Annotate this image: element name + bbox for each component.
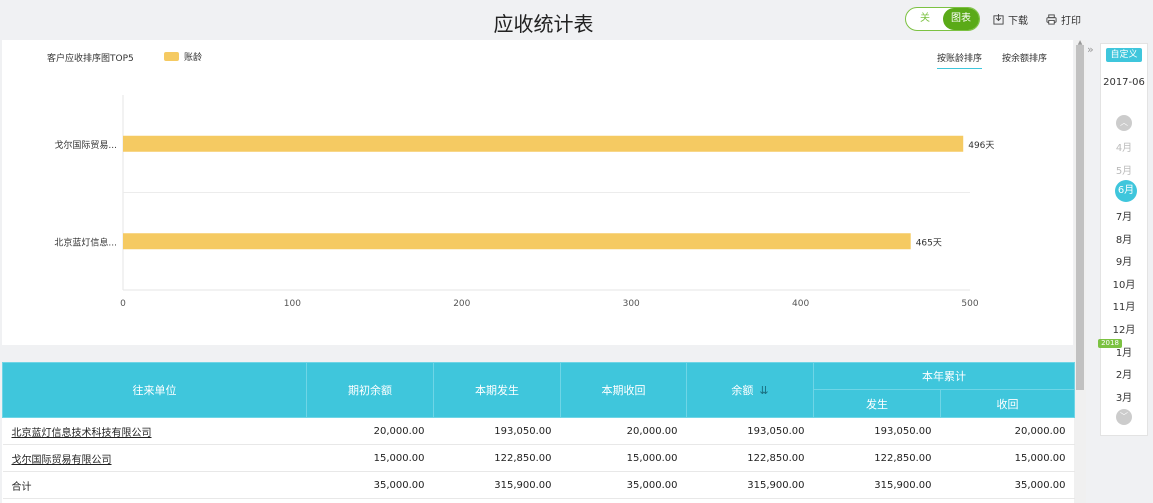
col-header-unit[interactable]: 往来单位 — [2, 362, 307, 418]
unit-link[interactable]: 戈尔国际贸易有限公司 — [2, 444, 307, 472]
header-bar: 应收统计表 关 图表 下载 打印 — [0, 0, 1153, 40]
col-header-incurred[interactable]: 本期发生 — [433, 362, 561, 418]
tick-label: 300 — [623, 299, 640, 309]
legend-label: 账龄 — [184, 53, 203, 63]
cell-incurred: 193,050.00 — [433, 417, 561, 445]
year-tag: 2018 — [1098, 339, 1122, 348]
month-item[interactable]: 12月 — [1100, 321, 1148, 336]
table-row: 北京蓝灯信息技术科技有限公司 20,000.00 193,050.00 20,0… — [2, 417, 1075, 445]
month-item[interactable]: 5月 — [1100, 162, 1148, 177]
sort-icon[interactable]: ⇊ — [759, 384, 768, 397]
col-header-opening[interactable]: 期初余额 — [306, 362, 434, 418]
table-row: 戈尔国际贸易有限公司 15,000.00 122,850.00 15,000.0… — [2, 444, 1075, 472]
cell-balance: 193,050.00 — [686, 417, 814, 445]
month-item[interactable]: 11月 — [1100, 298, 1148, 313]
download-icon — [993, 14, 1004, 25]
chart-legend[interactable]: 账龄 — [164, 50, 202, 63]
data-label: 496天 — [968, 141, 994, 151]
month-item[interactable]: 2月 — [1100, 366, 1148, 381]
cell-ytd-incurred: 193,050.00 — [813, 417, 941, 445]
tick-label: 500 — [961, 299, 978, 309]
download-button[interactable]: 下载 — [993, 12, 1028, 27]
download-label: 下载 — [1008, 16, 1028, 27]
chart-toggle[interactable]: 关 图表 — [905, 7, 980, 31]
bar — [123, 135, 964, 152]
tick-label: 100 — [284, 299, 301, 309]
tick-label: 400 — [792, 299, 809, 309]
cell-incurred: 122,850.00 — [433, 444, 561, 472]
printer-icon — [1046, 14, 1057, 25]
chart-panel: 戈尔国际贸易... 496天北京蓝灯信息... 465天 0 100 200 300 400 5… — [2, 40, 1073, 345]
cell-balance: 122,850.00 — [686, 444, 814, 472]
sort-by-age-tab[interactable]: 按账龄排序 — [937, 51, 983, 69]
cell-opening: 35,000.00 — [306, 471, 434, 499]
toggle-off-label[interactable]: 关 — [906, 8, 944, 30]
receivables-table: 往来单位 期初余额 本期发生 本期收回 余额 ⇊ 本年累计 发生 收回 北京蓝灯信… — [2, 362, 1075, 503]
data-label: 465天 — [916, 238, 942, 248]
cell-recovered: 15,000.00 — [560, 444, 687, 472]
tick-label: 0 — [120, 299, 126, 309]
cell-opening: 15,000.00 — [306, 444, 434, 472]
col-header-ytd-recovered[interactable]: 收回 — [940, 389, 1075, 418]
col-header-ytd-incurred[interactable]: 发生 — [813, 389, 941, 418]
month-item[interactable]: 9月 — [1100, 253, 1148, 268]
custom-period-button[interactable]: 自定义 — [1106, 48, 1142, 62]
month-item[interactable]: 10月 — [1100, 276, 1148, 291]
scroll-down-icon[interactable]: ﹀ — [1116, 409, 1132, 425]
balance-header-label: 余额 — [731, 384, 754, 397]
print-label: 打印 — [1061, 16, 1081, 27]
category-label: 戈尔国际贸易... — [54, 139, 117, 151]
print-button[interactable]: 打印 — [1046, 12, 1081, 27]
month-item[interactable]: 3月 — [1100, 389, 1148, 404]
month-item[interactable]: 4月 — [1100, 139, 1148, 154]
tick-label: 200 — [453, 299, 470, 309]
cell-recovered: 35,000.00 — [560, 471, 687, 499]
unit-link[interactable]: 北京蓝灯信息技术科技有限公司 — [2, 417, 307, 445]
cell-recovered: 20,000.00 — [560, 417, 687, 445]
category-label: 北京蓝灯信息... — [54, 236, 117, 248]
scrollbar-thumb[interactable] — [1076, 45, 1084, 390]
toggle-on-label[interactable]: 图表 — [943, 8, 979, 30]
current-period: 2017-06 — [1103, 77, 1145, 88]
month-item[interactable]: 6月 — [1115, 180, 1137, 202]
bar — [123, 233, 911, 250]
col-header-recovered[interactable]: 本期收回 — [560, 362, 687, 418]
cell-incurred: 315,900.00 — [433, 471, 561, 499]
cell-ytd-incurred: 122,850.00 — [813, 444, 941, 472]
month-item[interactable]: 8月 — [1100, 231, 1148, 246]
total-row: 合计 35,000.00 315,900.00 35,000.00 315,90… — [2, 471, 1075, 499]
cell-opening: 20,000.00 — [306, 417, 434, 445]
col-header-ytd: 本年累计 — [813, 362, 1075, 390]
bar-chart: 戈尔国际贸易... 496天北京蓝灯信息... 465天 0 100 200 300 400 5… — [54, 95, 994, 309]
cell-ytd-incurred: 315,900.00 — [813, 471, 941, 499]
cell-ytd-recovered: 20,000.00 — [940, 417, 1075, 445]
chart-title: 客户应收排序图TOP5 — [47, 54, 134, 64]
cell-ytd-recovered: 35,000.00 — [940, 471, 1075, 499]
scroll-up-icon[interactable]: ︿ — [1116, 115, 1132, 131]
cell-ytd-recovered: 15,000.00 — [940, 444, 1075, 472]
month-item[interactable]: 7月 — [1100, 208, 1148, 223]
collapse-sidebar-icon[interactable]: » — [1087, 43, 1099, 56]
legend-swatch — [164, 52, 179, 61]
cell-balance: 315,900.00 — [686, 471, 814, 499]
total-label: 合计 — [2, 471, 307, 499]
col-header-balance[interactable]: 余额 ⇊ — [686, 362, 814, 418]
sort-by-balance-tab[interactable]: 按余额排序 — [1002, 51, 1047, 68]
